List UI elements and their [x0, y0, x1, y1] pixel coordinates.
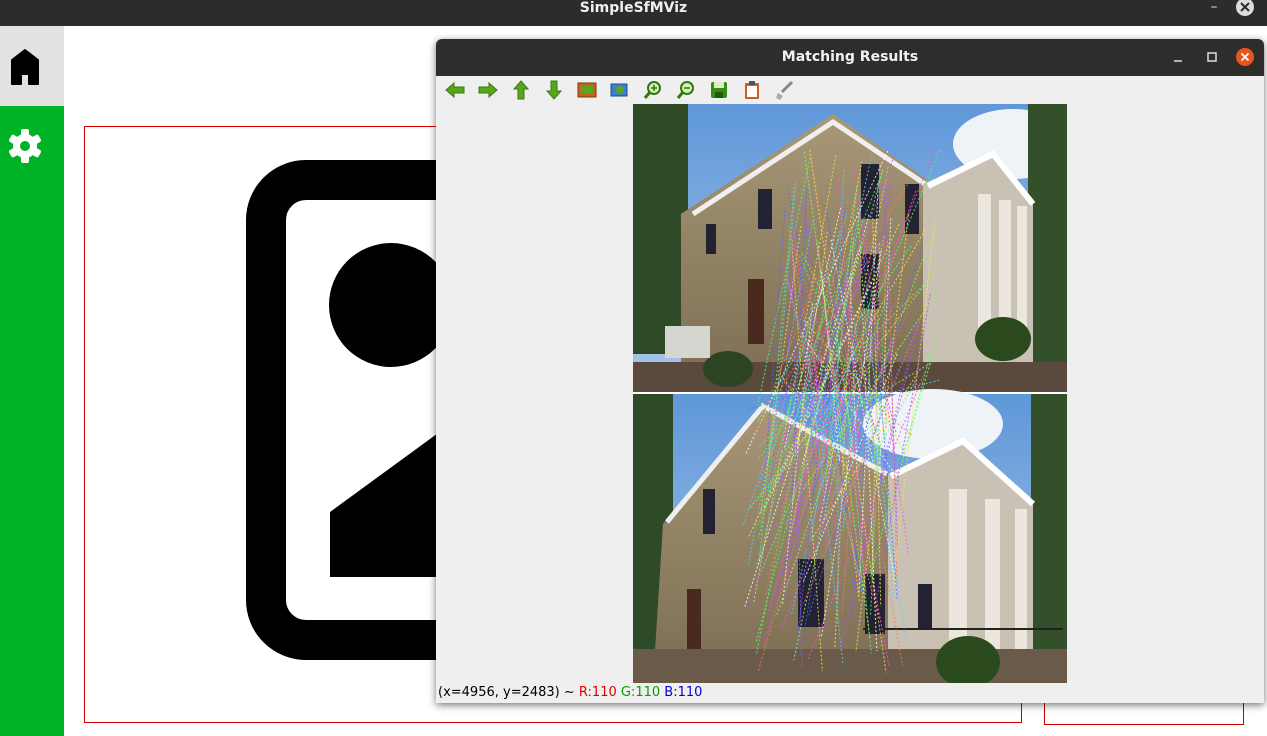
zoom-fit-icon: [610, 83, 628, 97]
sidebar-item-settings[interactable]: [0, 122, 64, 172]
maximize-icon: [1207, 52, 1217, 62]
arrow-down-icon: [545, 80, 563, 100]
top-photo: [633, 104, 1067, 392]
window-title: Matching Results: [781, 49, 919, 65]
clipboard-icon: [745, 81, 759, 99]
app-title: SimpleSfMViz: [579, 0, 688, 16]
image-button[interactable]: [576, 79, 598, 101]
window-minimize-button[interactable]: [1169, 48, 1187, 66]
sidebar-item-home[interactable]: [0, 26, 64, 106]
down-button[interactable]: [543, 79, 565, 101]
copy-button[interactable]: [741, 79, 763, 101]
gear-icon: [9, 129, 41, 163]
minimize-icon: [1174, 60, 1182, 62]
zoom-in-icon: [643, 81, 661, 99]
window-maximize-button[interactable]: [1203, 48, 1221, 66]
window-close-button[interactable]: [1236, 48, 1254, 66]
save-button[interactable]: [708, 79, 730, 101]
close-icon: [1240, 52, 1250, 62]
arrow-right-icon: [478, 81, 498, 99]
arrow-left-icon: [445, 81, 465, 99]
save-icon: [711, 82, 727, 98]
window-titlebar: Matching Results: [436, 39, 1264, 76]
zoom-fit-button[interactable]: [609, 79, 631, 101]
app-titlebar: SimpleSfMViz –: [0, 0, 1267, 26]
status-red: R:110: [578, 685, 617, 700]
brush-icon: [776, 80, 794, 100]
image-icon: [577, 82, 597, 98]
matching-image: [633, 104, 1067, 683]
sidebar: [0, 26, 64, 736]
zoom-out-icon: [676, 81, 694, 99]
minimize-button[interactable]: –: [1206, 0, 1222, 16]
zoom-in-button[interactable]: [642, 79, 664, 101]
image-viewer[interactable]: [633, 104, 1067, 683]
close-icon: [1240, 2, 1250, 12]
brush-button[interactable]: [774, 79, 796, 101]
matching-results-window: Matching Results (x=4956, y=2483) ~ R:11…: [436, 39, 1264, 703]
prev-button[interactable]: [444, 79, 466, 101]
status-blue: B:110: [664, 685, 703, 700]
home-icon: [11, 49, 39, 85]
arrow-up-icon: [512, 80, 530, 100]
zoom-out-button[interactable]: [675, 79, 697, 101]
status-coordinates: (x=4956, y=2483) ~: [438, 685, 579, 700]
next-button[interactable]: [477, 79, 499, 101]
status-green: G:110: [620, 685, 661, 700]
up-button[interactable]: [510, 79, 532, 101]
status-bar: (x=4956, y=2483) ~ R:110 G:110 B:110: [438, 685, 702, 700]
